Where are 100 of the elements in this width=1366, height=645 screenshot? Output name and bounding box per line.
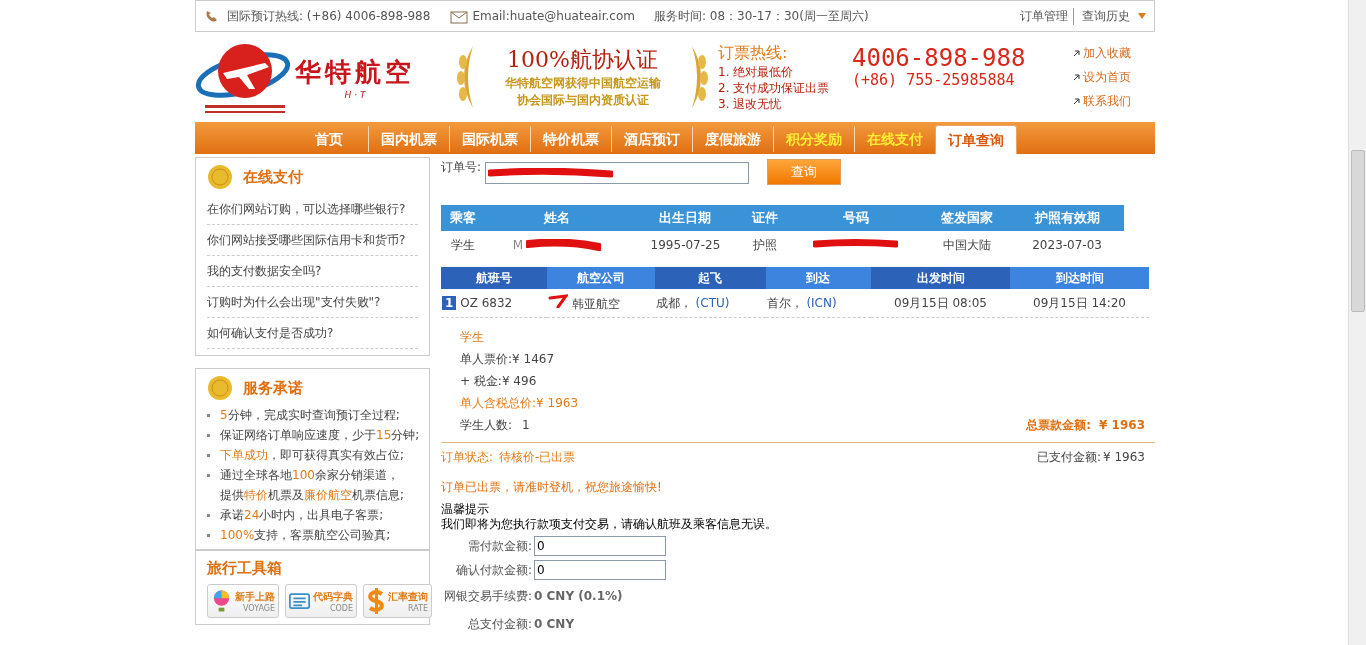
service-text: 提供特价机票及廉价航空机票信息; <box>220 487 405 504</box>
amount-input[interactable]: 0 <box>534 560 666 580</box>
bullet-icon <box>207 434 210 437</box>
faq-link[interactable]: 在你们网站订购，可以选择哪些银行? <box>207 194 418 225</box>
nav-tab[interactable]: 积分奖励 <box>773 126 854 152</box>
logo-name: 华特航空 <box>295 55 415 89</box>
unit-price: 单人票价:¥ 1467 <box>460 351 556 368</box>
tip-text: 我们即将为您执行款项支付交易，请确认航班及乘客信息无误。 <box>441 517 778 532</box>
quick-link[interactable]: 设为首页 <box>1083 68 1131 86</box>
nav-tab[interactable]: 国际机票 <box>449 126 530 152</box>
service-text: 5分钟，完成实时查询预订全过程; <box>220 407 400 424</box>
table-cell: 学生 <box>451 237 476 252</box>
table-cell: 成都， <box>655 295 692 310</box>
field-label: 需付款金额: <box>467 538 532 555</box>
hotline-label: 订票热线: <box>718 42 789 64</box>
order-number-field[interactable] <box>485 162 750 184</box>
table-cell: M <box>512 238 524 253</box>
tool-button[interactable]: 新手上路 VOYAGE <box>207 584 279 618</box>
amount-input[interactable]: 0 <box>534 536 666 556</box>
table-cell: 2023-07-03 <box>1032 238 1102 252</box>
scrollbar[interactable] <box>1348 0 1366 645</box>
hotline-point: 3. 退改无忧 <box>718 95 783 112</box>
hotline-text: 国际预订热线: (+86) 4006-898-988 <box>227 7 431 25</box>
service-hours: 服务时间: 08：30-17：30(周一至周六) <box>654 7 869 25</box>
fee-value: 0 CNY (0.1%) <box>534 588 623 605</box>
search-button[interactable]: 查询 <box>767 159 842 185</box>
table-cell: 韩亚航空 <box>571 296 620 311</box>
field-label: 订单号: <box>441 159 482 176</box>
faq-link[interactable]: 如何确认支付是否成功? <box>207 318 418 349</box>
table-cell: 1995-07-25 <box>650 238 721 252</box>
table-cell: 09月15日 08:05 <box>894 295 987 310</box>
list-icon <box>289 591 310 611</box>
nav-tab[interactable]: 酒店预订 <box>611 126 692 152</box>
airport-code: (ICN) <box>806 295 837 310</box>
column-header: 航班号 <box>441 267 547 289</box>
status-label: 订单状态: <box>441 450 494 464</box>
faq-link[interactable]: 订购时为什么会出现"支付失败"? <box>207 287 418 318</box>
table-cell: 中国大陆 <box>943 237 992 252</box>
column-header: 航空公司 <box>546 267 655 289</box>
tool-button[interactable]: 代码字典 CODE <box>285 584 357 618</box>
faq-link[interactable]: 你们网站接受哪些国际信用卡和货币? <box>207 225 418 256</box>
certification-text: 华特航空网获得中国航空运输 <box>504 75 661 92</box>
top-link[interactable]: 查询历史 <box>1077 7 1135 25</box>
balloon-icon <box>211 589 232 613</box>
row-number-badge: 1 <box>442 296 457 310</box>
nav-tab[interactable]: 特价机票 <box>530 126 611 152</box>
tax-amount: + 税金:¥ 496 <box>460 373 538 390</box>
field-label: 网银交易手续费: <box>443 588 532 605</box>
certification-title: 100%航协认证 <box>507 46 658 74</box>
bullet-icon <box>207 534 210 537</box>
order-status: 待核价-已出票 <box>499 450 576 464</box>
fare-category: 学生 <box>460 329 485 346</box>
quick-link[interactable]: 加入收藏 <box>1083 44 1131 62</box>
nav-tab[interactable]: 国内机票 <box>368 126 449 152</box>
table-cell: 09月15日 14:20 <box>1033 295 1126 310</box>
phone-number: (+86) 755-25985884 <box>852 71 1016 89</box>
hotline-point: 2. 支付成功保证出票 <box>718 79 831 96</box>
ticket-notice: 订单已出票，请准时登机，祝您旅途愉快! <box>441 479 663 496</box>
nav-tab[interactable]: 度假旅游 <box>692 126 773 152</box>
column-header: 到达 <box>765 267 872 289</box>
caret-icon[interactable] <box>1138 13 1146 19</box>
service-text: 通过全球各地100余家分销渠道， <box>220 467 400 484</box>
bullet-icon <box>207 474 210 477</box>
passenger-count-label: 学生人数: <box>460 417 513 434</box>
medal-icon <box>207 164 233 190</box>
column-header: 起飞 <box>654 267 766 289</box>
total-amount: ¥ 1963 <box>1099 417 1145 434</box>
passenger-count: 1 <box>522 417 530 434</box>
total-per-person: 单人含税总价:¥ 1963 <box>460 395 580 412</box>
fee-value: 0 CNY <box>534 616 575 633</box>
email-text: Email:huate@huateair.com <box>472 9 635 23</box>
field-label: 总支付金额: <box>467 616 532 633</box>
nav-tab[interactable]: 首页 <box>300 126 368 152</box>
redaction-mark <box>547 293 568 308</box>
quick-link[interactable]: 联系我们 <box>1083 92 1131 110</box>
total-label: 总票款金额: <box>1026 417 1092 434</box>
service-text: 承诺24小时内，出具电子客票; <box>220 507 384 524</box>
service-text: 100%支持，客票航空公司验真; <box>220 527 391 544</box>
bullet-icon <box>207 514 210 517</box>
column-header: 姓名 <box>485 205 629 231</box>
logo-subtitle: H · T <box>344 89 366 100</box>
paid-label: 已支付金额: <box>1036 449 1101 465</box>
arrow-icon <box>1073 97 1080 105</box>
table-cell: 首尔， <box>766 295 803 310</box>
phone-number: 4006-898-988 <box>852 45 1027 71</box>
table-cell: 护照 <box>752 237 777 252</box>
bullet-icon <box>207 454 210 457</box>
tip-title: 温馨提示 <box>441 502 490 517</box>
table-cell: OZ 6832 <box>460 296 513 310</box>
top-link[interactable]: 订单管理 <box>1015 7 1074 25</box>
medal-icon <box>207 375 233 401</box>
hotline-point: 1. 绝对最低价 <box>718 63 795 80</box>
column-header: 签发国家 <box>924 205 1011 231</box>
service-text: 保证网络订单响应速度，少于15分钟; <box>220 427 420 444</box>
column-header: 出发时间 <box>871 267 1010 289</box>
tool-button[interactable]: 汇率查询 RATE <box>363 584 432 618</box>
airport-code: (CTU) <box>695 295 730 310</box>
faq-link[interactable]: 我的支付数据安全吗? <box>207 256 418 287</box>
panel-title: 在线支付 <box>243 167 303 187</box>
nav-tab[interactable]: 订单查询 <box>935 125 1017 154</box>
